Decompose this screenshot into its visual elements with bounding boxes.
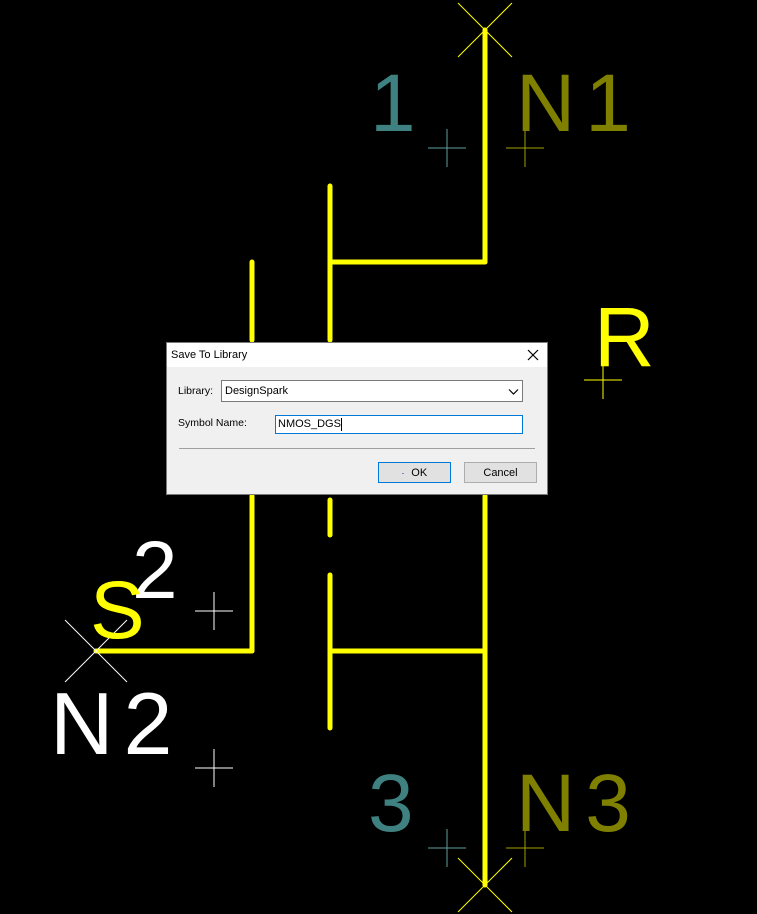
pin-number-1: 1: [370, 58, 416, 149]
library-label: Library:: [178, 385, 214, 397]
cancel-button[interactable]: Cancel: [464, 462, 537, 483]
save-to-library-dialog: Save To Library Library: DesignSpark Sym…: [166, 342, 548, 495]
focus-dot-icon: .: [401, 465, 405, 476]
close-icon: [527, 349, 539, 361]
net-label-n1: N1: [516, 58, 641, 149]
ok-button[interactable]: . OK: [378, 462, 451, 483]
attribute-r: R: [594, 290, 655, 384]
dialog-title: Save To Library: [171, 349, 248, 361]
library-value: DesignSpark: [225, 385, 288, 397]
symbol-name-input[interactable]: NMOS_DGS: [275, 415, 523, 434]
close-button[interactable]: [519, 343, 547, 367]
net-label-n3: N3: [516, 758, 641, 849]
library-dropdown[interactable]: DesignSpark: [221, 380, 523, 402]
symbol-name-value: NMOS_DGS: [278, 418, 341, 430]
attribute-s: S: [90, 565, 145, 656]
text-caret: [341, 418, 342, 431]
net-label-n2: N2: [50, 674, 183, 773]
chevron-down-icon: [508, 389, 519, 395]
dialog-separator: [179, 448, 535, 449]
symbol-name-label: Symbol Name:: [178, 417, 247, 429]
cancel-button-label: Cancel: [483, 466, 518, 479]
pin-number-3: 3: [368, 758, 414, 849]
ok-button-label: OK: [411, 466, 428, 479]
dialog-titlebar[interactable]: Save To Library: [167, 343, 547, 367]
text-origin-crosshairs: [195, 129, 622, 867]
